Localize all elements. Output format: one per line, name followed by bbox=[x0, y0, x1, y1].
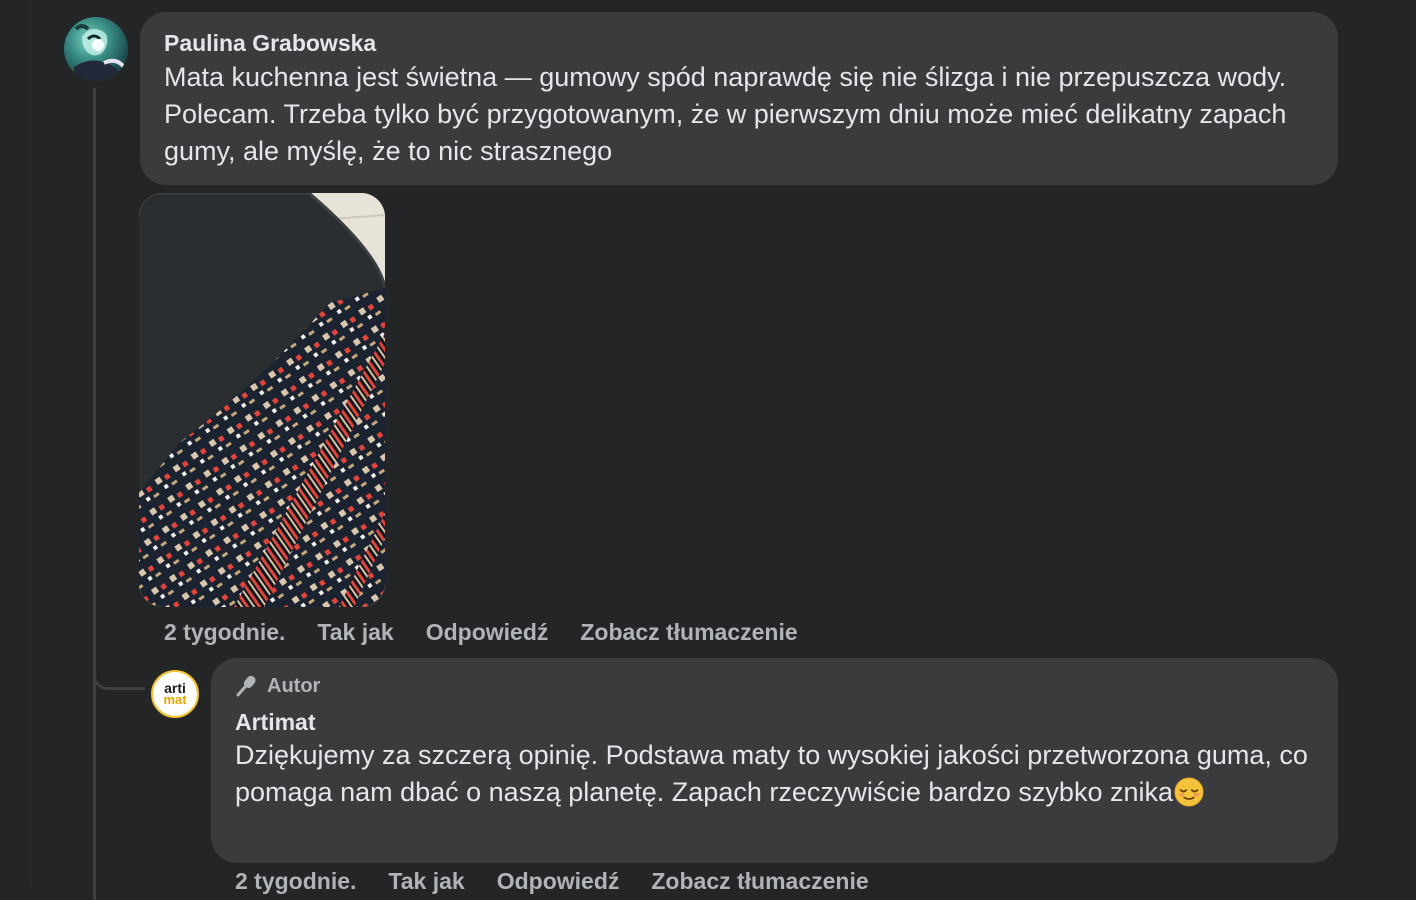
author-badge: Autor bbox=[235, 672, 1314, 700]
reply-button[interactable]: Odpowiedź bbox=[426, 619, 549, 646]
avatar-illustration-icon bbox=[74, 24, 126, 81]
author-badge-label: Autor bbox=[267, 674, 321, 697]
outer-thread-divider bbox=[30, 0, 31, 885]
thread-line bbox=[93, 88, 96, 900]
like-button[interactable]: Tak jak bbox=[317, 619, 393, 646]
reply-text: Dziękujemy za szczerą opinię. Podstawa m… bbox=[235, 740, 1308, 807]
comment-bubble: Paulina Grabowska Mata kuchenna jest świ… bbox=[140, 12, 1338, 185]
author-avatar[interactable]: arti mat bbox=[151, 670, 199, 718]
rug-photo-image bbox=[139, 193, 385, 607]
comment-text: Mata kuchenna jest świetna — gumowy spód… bbox=[164, 62, 1287, 166]
avatar-logo-text-bottom: mat bbox=[163, 692, 187, 707]
relieved-face-icon bbox=[1174, 777, 1204, 807]
comment-attached-photo[interactable] bbox=[139, 193, 385, 607]
avatar[interactable] bbox=[64, 17, 128, 81]
reply-like-button[interactable]: Tak jak bbox=[388, 868, 464, 895]
reply-see-translation-button[interactable]: Zobacz tłumaczenie bbox=[651, 868, 868, 895]
reply-reply-button[interactable]: Odpowiedź bbox=[497, 868, 620, 895]
see-translation-button[interactable]: Zobacz tłumaczenie bbox=[580, 619, 797, 646]
comment-author-name[interactable]: Paulina Grabowska bbox=[164, 28, 1314, 58]
comment-actions: 2 tygodnie. Tak jak Odpowiedź Zobacz tłu… bbox=[164, 619, 830, 646]
reply-bubble: Autor Artimat Dziękujemy za szczerą opin… bbox=[211, 658, 1338, 863]
reply-connector-line bbox=[93, 650, 145, 690]
reply-author-name[interactable]: Artimat bbox=[235, 707, 1314, 737]
reply-text-container: Dziękujemy za szczerą opinię. Podstawa m… bbox=[235, 737, 1314, 811]
microphone-icon bbox=[236, 675, 256, 697]
reply-timestamp[interactable]: 2 tygodnie. bbox=[235, 868, 356, 895]
comment-timestamp[interactable]: 2 tygodnie. bbox=[164, 619, 285, 646]
reply-actions: 2 tygodnie. Tak jak Odpowiedź Zobacz tłu… bbox=[235, 868, 901, 895]
